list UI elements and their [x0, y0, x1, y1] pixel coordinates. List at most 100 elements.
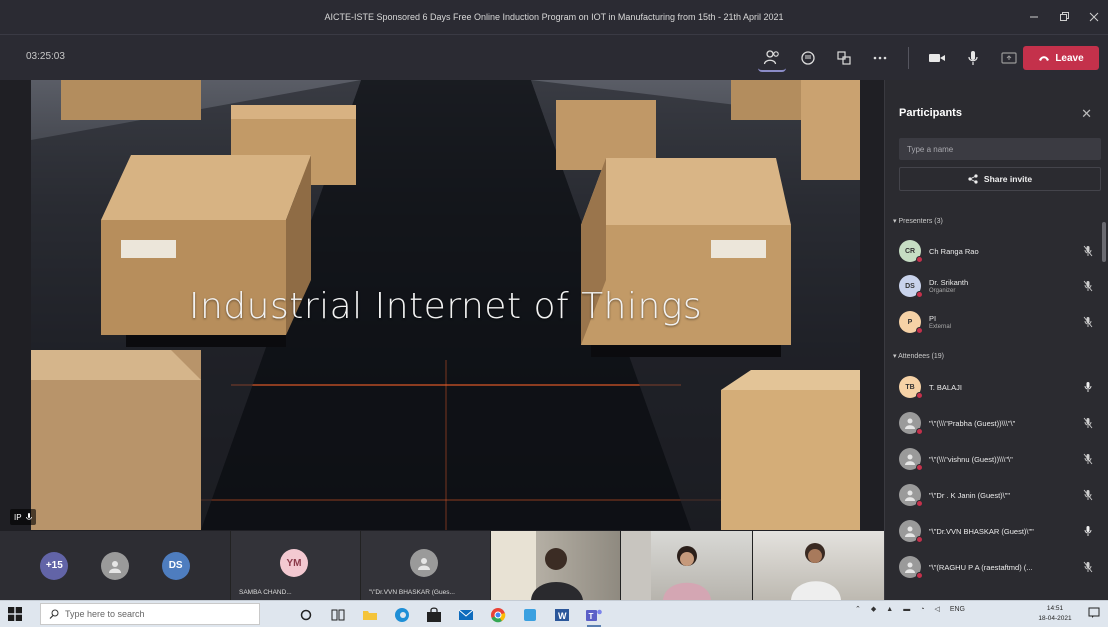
panel-scrollbar[interactable] [1102, 222, 1106, 262]
close-icon[interactable] [1086, 9, 1102, 25]
gallery-tile[interactable]: "\"Dr.VVN BHASKAR (Gues... [360, 531, 490, 600]
participant-row[interactable]: CR Ch Ranga Rao [899, 237, 1095, 265]
mic-muted-icon [1081, 560, 1095, 574]
leave-button[interactable]: Leave [1023, 46, 1099, 70]
status-badge [916, 464, 923, 471]
avatar: CR [899, 240, 923, 263]
camera-icon[interactable] [923, 44, 951, 72]
leave-label: Leave [1055, 52, 1084, 64]
dropbox-icon[interactable]: ◆ [871, 605, 876, 613]
participant-row[interactable]: "\"(RAGHU P A (raestaftmd) (... [899, 553, 1095, 581]
volume-icon[interactable]: ◁ [934, 605, 939, 613]
participant-name: T. BALAJI [929, 382, 962, 392]
close-icon[interactable]: ✕ [1081, 106, 1092, 122]
participant-info: Dr. Srikanth Organizer [929, 278, 1079, 294]
participant-name: Dr. Srikanth [929, 278, 969, 287]
participant-name: "\"Dr.VVN BHASKAR (Guest)\"" [929, 526, 1034, 536]
share-invite-button[interactable]: Share invite [899, 167, 1101, 191]
more-options-icon[interactable] [866, 44, 894, 72]
microphone-icon[interactable] [959, 44, 987, 72]
minimize-icon[interactable] [1026, 9, 1042, 25]
avatar: DS [161, 551, 190, 580]
participants-icon[interactable] [758, 44, 786, 72]
maximize-icon[interactable] [1056, 9, 1072, 25]
participant-role: External [929, 324, 952, 330]
teams-icon[interactable]: T [583, 604, 605, 627]
participant-row[interactable]: "\"Dr . K Janin (Guest)\"" [899, 481, 1095, 509]
network-icon[interactable]: ◔ [920, 606, 924, 613]
participant-row[interactable]: "\"(\\\"Prabha (Guest))\\\"\" [899, 409, 1095, 437]
person-avatar-icon [899, 412, 923, 435]
chrome-icon[interactable] [487, 604, 509, 625]
microphone-icon [1081, 524, 1095, 538]
mic-muted-icon [1081, 244, 1095, 258]
file-explorer-icon[interactable] [359, 604, 381, 625]
participant-name: "\"(\\\"vishnu (Guest))\\\"\" [929, 454, 1013, 464]
chat-icon[interactable] [794, 44, 822, 72]
window-titlebar: AICTE-ISTE Sponsored 6 Days Free Online … [0, 0, 1108, 34]
presenter-tag: IP [10, 509, 36, 525]
status-badge [916, 291, 923, 298]
participant-name: Ch Ranga Rao [929, 246, 979, 256]
mic-muted-icon [1081, 279, 1095, 293]
camera-feed[interactable] [490, 531, 620, 600]
taskbar-search-input[interactable]: Type here to search [40, 603, 260, 625]
participant-video [621, 531, 711, 600]
participant-info: "\"Dr.VVN BHASKAR (Guest)\"" [929, 527, 1079, 536]
mail-icon[interactable] [455, 604, 477, 625]
participant-name: "\"(\\\"Prabha (Guest))\\\"\" [929, 418, 1016, 428]
participant-role: Organizer [929, 288, 956, 294]
taskbar-search-placeholder: Type here to search [65, 609, 145, 619]
share-screen-icon[interactable] [995, 44, 1023, 72]
participant-info: "\"(\\\"Prabha (Guest))\\\"\" [929, 419, 1079, 428]
notifications-icon[interactable] [1088, 607, 1100, 619]
app-icon[interactable] [519, 604, 541, 625]
person-avatar-icon [899, 520, 923, 543]
gallery-overflow-group[interactable]: +15 DS [0, 531, 230, 600]
edge-icon[interactable] [391, 604, 413, 625]
overflow-count[interactable]: +15 [40, 551, 69, 580]
mic-muted-icon [1081, 452, 1095, 466]
rooms-icon[interactable] [830, 44, 858, 72]
participant-row[interactable]: "\"Dr.VVN BHASKAR (Guest)\"" [899, 517, 1095, 545]
camera-feed[interactable] [752, 531, 884, 600]
windows-start-icon[interactable] [8, 607, 22, 621]
cortana-icon[interactable] [295, 604, 317, 625]
attendees-section-toggle[interactable]: ▾ Attendees (19) [893, 352, 944, 360]
security-icon[interactable]: ▲ [886, 606, 893, 613]
attendees-header: Attendees (19) [898, 353, 944, 360]
participant-info: PI External [929, 314, 1079, 330]
presenters-section-toggle[interactable]: ▾ Presenters (3) [893, 217, 943, 225]
task-view-icon[interactable] [327, 604, 349, 625]
participant-row[interactable]: TB T. BALAJI [899, 373, 1095, 401]
chevron-up-icon[interactable]: ⌃ [855, 605, 861, 613]
participant-info: "\"(RAGHU P A (raestaftmd) (... [929, 563, 1079, 572]
hang-up-icon [1039, 56, 1050, 61]
person-avatar-icon [899, 484, 923, 507]
word-icon[interactable]: W [551, 604, 573, 625]
toolbar-divider [908, 47, 909, 69]
participant-info: "\"Dr . K Janin (Guest)\"" [929, 491, 1079, 500]
taskbar-apps: W T [295, 604, 605, 627]
avatar: DS [899, 275, 923, 298]
participant-row[interactable]: DS Dr. Srikanth Organizer [899, 272, 1095, 300]
participant-info: "\"(\\\"vishnu (Guest))\\\"\" [929, 455, 1079, 464]
participant-row[interactable]: P PI External [899, 308, 1095, 336]
status-badge [916, 392, 923, 399]
person-avatar-icon [899, 556, 923, 579]
panel-title: Participants [899, 107, 962, 119]
avatar: P [899, 311, 923, 334]
presenters-header: Presenters (3) [898, 218, 943, 225]
participant-search-input[interactable] [899, 138, 1101, 160]
participant-row[interactable]: "\"(\\\"vishnu (Guest))\\\"\" [899, 445, 1095, 473]
status-badge [916, 428, 923, 435]
battery-icon[interactable]: ▬ [903, 606, 910, 613]
store-icon[interactable] [423, 604, 445, 625]
clock-date: 18-04-2021 [1038, 615, 1072, 622]
camera-feed[interactable] [620, 531, 752, 600]
microphone-icon [1081, 380, 1095, 394]
system-clock[interactable]: 14:51 18-04-2021 [1030, 604, 1080, 624]
gallery-tile[interactable]: YM SAMBA CHAND... [230, 531, 360, 600]
language-indicator[interactable]: ENG [950, 606, 965, 613]
avatar: TB [899, 376, 923, 399]
